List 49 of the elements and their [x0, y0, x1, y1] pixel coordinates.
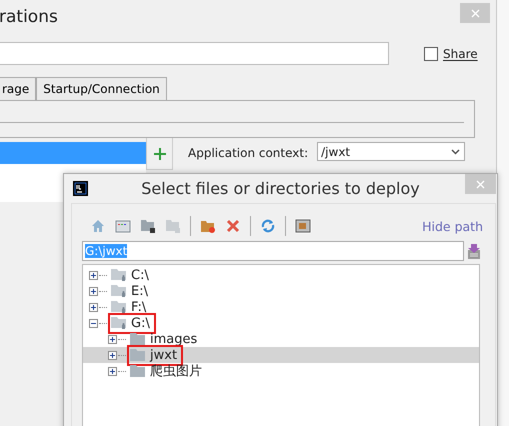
- refresh-icon[interactable]: [260, 218, 276, 234]
- window-title: rations: [0, 6, 58, 26]
- tree-label: images: [150, 332, 198, 346]
- tree-label: 爬虫图片: [150, 363, 202, 380]
- toggle-icon[interactable]: [295, 218, 311, 234]
- drive-folder-icon: [111, 300, 127, 314]
- collapse-icon[interactable]: [89, 318, 98, 328]
- tab[interactable]: Startup/Connection: [36, 77, 167, 100]
- close-icon: [470, 8, 480, 18]
- expand-icon[interactable]: [89, 270, 98, 280]
- expand-icon[interactable]: [108, 366, 117, 376]
- tree-row[interactable]: 爬虫图片: [83, 363, 479, 379]
- drive-folder-icon: [111, 284, 127, 298]
- tree-row[interactable]: jwxt: [83, 347, 479, 363]
- hide-path-link[interactable]: Hide path: [422, 218, 483, 234]
- folder-icon: [130, 348, 146, 362]
- context-dropdown[interactable]: /jwxt: [317, 142, 466, 161]
- tree-label: jwxt: [150, 348, 178, 362]
- drive-folder-icon: [111, 316, 127, 330]
- folder-icon[interactable]: [140, 218, 156, 234]
- tree-label: F:\: [131, 300, 146, 314]
- add-button[interactable]: [146, 138, 173, 170]
- delete-icon[interactable]: [225, 218, 241, 234]
- name-field[interactable]: [0, 42, 389, 65]
- tree-row[interactable]: F:\: [83, 299, 479, 315]
- drive-folder-icon: [111, 268, 127, 282]
- tree-label: E:\: [131, 284, 148, 298]
- expand-icon[interactable]: [108, 334, 117, 344]
- field-label: Application context:: [188, 146, 308, 160]
- close-icon: [476, 180, 485, 188]
- plus-icon: [152, 146, 166, 160]
- tree-row[interactable]: C:\: [83, 267, 479, 283]
- share-checkbox[interactable]: [424, 46, 438, 60]
- chevron-icon: [451, 148, 460, 154]
- tree-row[interactable]: G:\: [83, 315, 479, 331]
- window-icon[interactable]: [115, 218, 131, 234]
- share-label: Share: [443, 46, 478, 60]
- tab[interactable]: rage: [0, 77, 36, 100]
- new-folder-icon[interactable]: [200, 218, 216, 234]
- tree-row[interactable]: E:\: [83, 283, 479, 299]
- app-icon: [73, 181, 88, 196]
- dialog-title: Select files or directories to deploy: [140, 179, 421, 198]
- expand-icon[interactable]: [89, 302, 98, 312]
- tree-row[interactable]: images: [83, 331, 479, 347]
- expand-icon[interactable]: [108, 350, 117, 360]
- tree-label: C:\: [131, 268, 149, 282]
- tree-label: G:\: [131, 316, 150, 330]
- download-icon[interactable]: [467, 242, 481, 260]
- expand-icon[interactable]: [89, 286, 98, 296]
